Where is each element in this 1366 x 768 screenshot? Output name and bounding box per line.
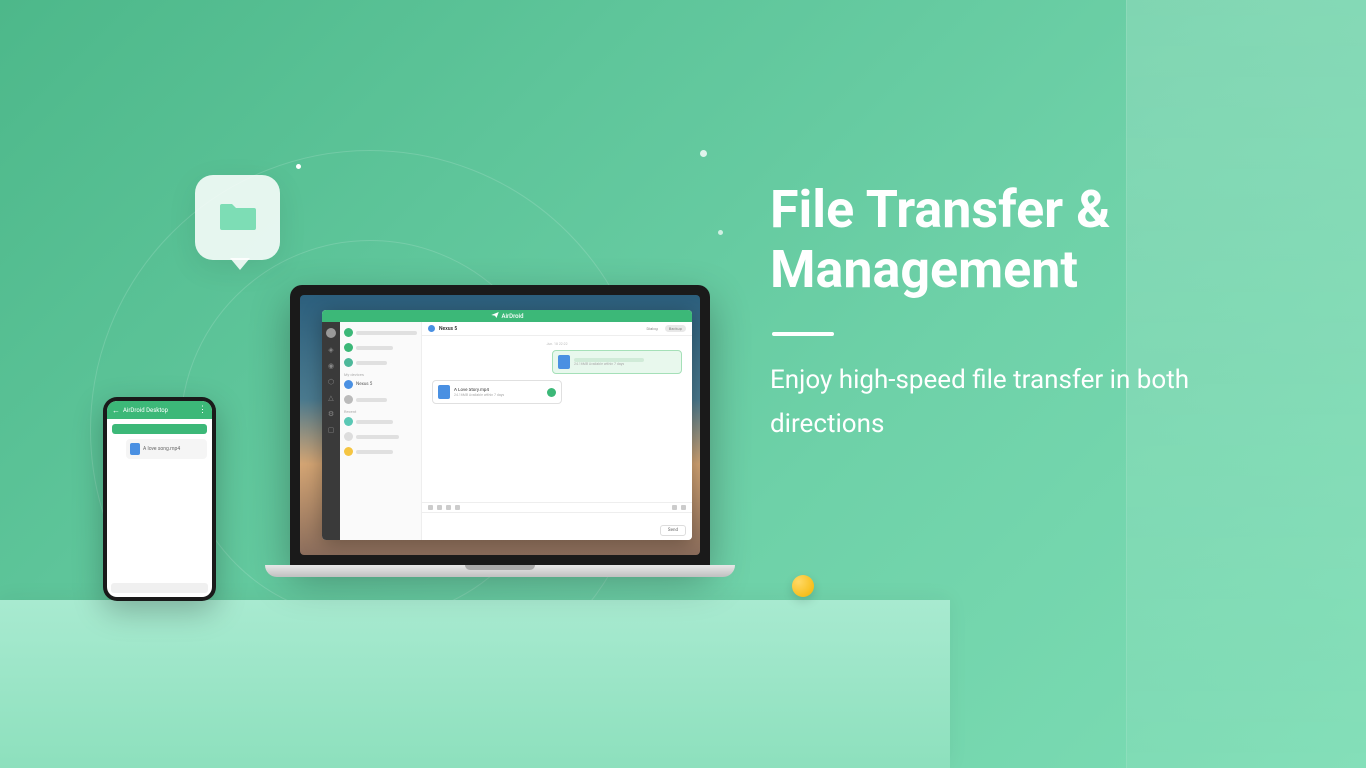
more-icon — [681, 505, 686, 510]
folder-icon — [446, 505, 451, 510]
contact-name: Nexus 5 — [356, 382, 372, 387]
contact-item — [344, 415, 417, 428]
tab-backup: Backup — [665, 325, 686, 332]
phone-input-bar — [111, 583, 208, 593]
app-window: AirDroid ◈ ◉ ⬡ △ ⚙ ▢ — [322, 310, 692, 540]
chat-tabs: Dialog Backup — [642, 325, 686, 332]
contact-placeholder — [356, 450, 393, 454]
file-icon — [558, 355, 570, 369]
contact-avatar — [344, 432, 353, 441]
laptop-frame: AirDroid ◈ ◉ ⬡ △ ⚙ ▢ — [290, 285, 710, 565]
chat-input-area: Send — [422, 512, 692, 540]
back-arrow-icon: ← — [112, 406, 120, 415]
contact-placeholder — [356, 346, 393, 350]
phone-body: A love song.mp4 — [107, 419, 212, 468]
contact-item: Nexus 5 — [344, 378, 417, 391]
laptop-base — [265, 565, 735, 577]
section-label: My devices — [344, 372, 417, 377]
contact-avatar — [344, 395, 353, 404]
emoji-icon — [672, 505, 677, 510]
notification-icon: △ — [327, 394, 335, 402]
phone-title: AirDroid Desktop — [123, 407, 195, 414]
contact-avatar — [344, 447, 353, 456]
phone-file-name: A love song.mp4 — [143, 446, 180, 452]
contact-placeholder — [356, 435, 399, 439]
sent-message: 24.16MB Available within 7 days — [552, 350, 682, 374]
image-icon — [437, 505, 442, 510]
hero-title: File Transfer & Management — [770, 180, 1366, 300]
app-icon — [455, 505, 460, 510]
phone-message-bar — [112, 424, 207, 434]
contact-item — [344, 341, 417, 354]
message-info: 24.16MB Available within 7 days — [574, 358, 676, 366]
file-meta: 24.16MB Available within 7 days — [454, 393, 543, 397]
message-icon: ◈ — [327, 346, 335, 354]
contact-item — [344, 430, 417, 443]
paper-plane-icon — [491, 312, 499, 320]
file-icon — [438, 385, 450, 399]
tools-icon: ⚙ — [327, 410, 335, 418]
phone-screen: ← AirDroid Desktop ⋮ A love song.mp4 — [107, 401, 212, 597]
menu-icon: ⋮ — [198, 405, 207, 415]
folder-badge — [195, 175, 280, 260]
chat-timestamp: Jun. 18 22:22 — [432, 342, 682, 346]
chat-toolbar — [422, 502, 692, 512]
app-sidebar: ◈ ◉ ⬡ △ ⚙ ▢ — [322, 322, 340, 540]
contact-item — [344, 445, 417, 458]
contact-placeholder — [356, 420, 393, 424]
apps-icon: ▢ — [327, 426, 335, 434]
contact-avatar — [344, 343, 353, 352]
attach-icon — [428, 505, 433, 510]
chat-device-name: Nexus 5 — [439, 326, 457, 332]
contact-item — [344, 326, 417, 339]
received-message: A Love Story.mp4 24.16MB Available withi… — [432, 380, 562, 404]
laptop-screen: AirDroid ◈ ◉ ⬡ △ ⚙ ▢ — [300, 295, 700, 555]
transfer-icon: ⬡ — [327, 378, 335, 386]
decor-dot — [296, 164, 301, 169]
platform-surface — [0, 600, 950, 768]
contact-item — [344, 393, 417, 406]
contact-placeholder — [356, 398, 387, 402]
contact-placeholder — [356, 331, 417, 335]
app-brand: AirDroid — [502, 313, 524, 320]
phone-mockup: ← AirDroid Desktop ⋮ A love song.mp4 — [103, 397, 216, 601]
contact-avatar — [344, 417, 353, 426]
phone-header: ← AirDroid Desktop ⋮ — [107, 401, 212, 419]
app-body: ◈ ◉ ⬡ △ ⚙ ▢ — [322, 322, 692, 540]
decor-dot — [700, 150, 707, 157]
file-icon — [130, 443, 140, 455]
device-icon — [428, 325, 435, 332]
message-info: A Love Story.mp4 24.16MB Available withi… — [454, 388, 543, 397]
folder-icon — [219, 200, 257, 236]
chat-header: Nexus 5 Dialog Backup — [422, 322, 692, 336]
tab-dialog: Dialog — [642, 325, 661, 332]
device-icon — [344, 380, 353, 389]
section-label: Recent — [344, 409, 417, 414]
file-meta: 24.16MB Available within 7 days — [574, 362, 676, 366]
contact-avatar — [344, 358, 353, 367]
contact-placeholder — [356, 361, 387, 365]
hero-subtitle: Enjoy high-speed file transfer in both d… — [770, 358, 1300, 446]
decor-dot — [718, 230, 723, 235]
laptop-mockup: AirDroid ◈ ◉ ⬡ △ ⚙ ▢ — [265, 285, 735, 610]
user-avatar — [326, 328, 336, 338]
contact-avatar — [344, 328, 353, 337]
contact-item — [344, 356, 417, 369]
decor-yellow-ball — [792, 575, 814, 597]
app-titlebar: AirDroid — [322, 310, 692, 322]
contacts-panel: My devices Nexus 5 Recent — [340, 322, 422, 540]
send-button: Send — [660, 525, 686, 536]
hero-underline — [772, 332, 834, 336]
chat-messages: Jun. 18 22:22 24.16MB Available within 7… — [422, 336, 692, 502]
contacts-icon: ◉ — [327, 362, 335, 370]
chat-panel: Nexus 5 Dialog Backup Jun. 18 22:22 — [422, 322, 692, 540]
download-icon — [547, 388, 556, 397]
phone-file-message: A love song.mp4 — [126, 439, 207, 459]
